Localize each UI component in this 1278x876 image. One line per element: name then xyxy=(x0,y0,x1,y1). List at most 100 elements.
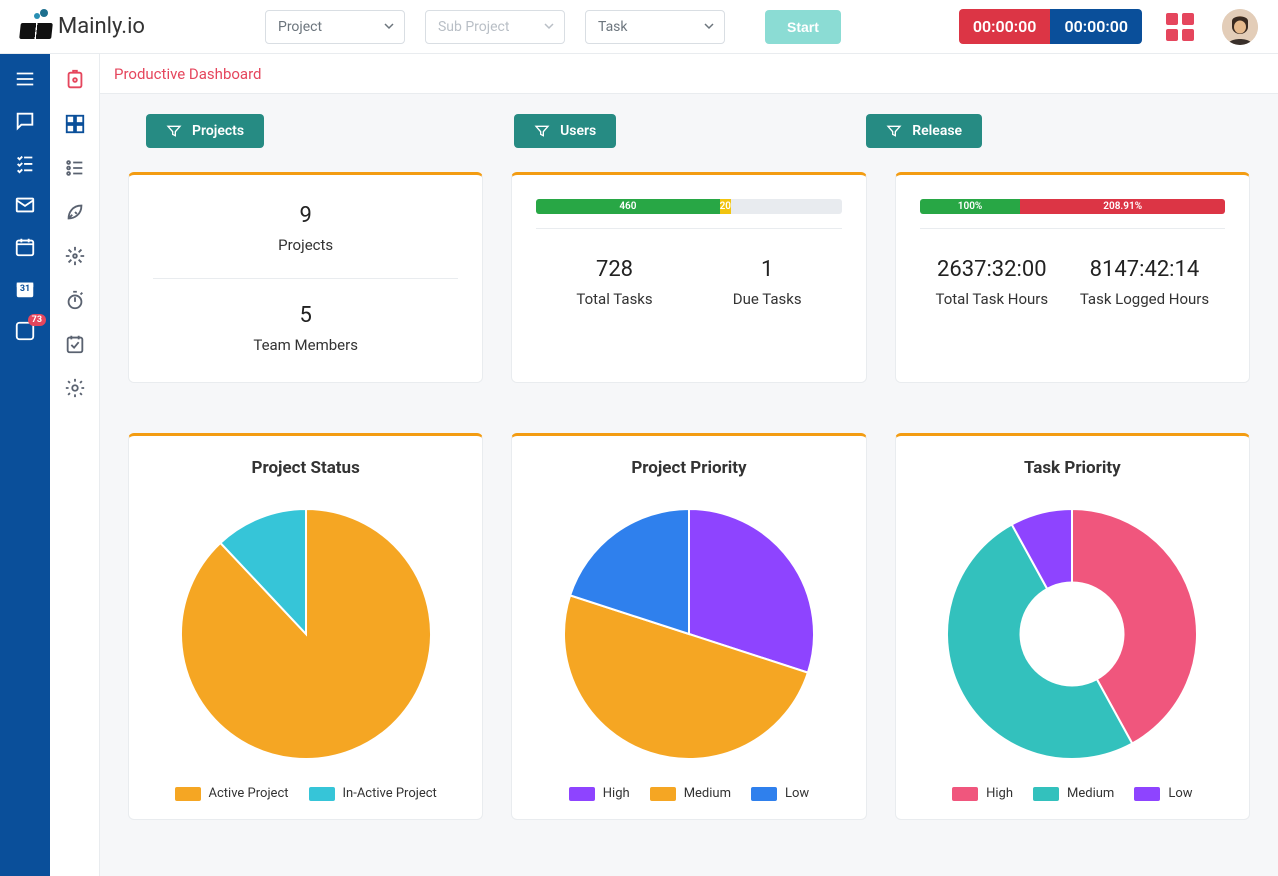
filter-projects[interactable]: Projects xyxy=(146,114,264,148)
legend-label: In-Active Project xyxy=(343,786,437,801)
filter-icon xyxy=(534,123,550,139)
flower-icon[interactable] xyxy=(63,244,87,268)
legend-label: Medium xyxy=(684,786,731,801)
projects-count-label: Projects xyxy=(278,236,333,254)
legend-label: Active Project xyxy=(209,786,289,801)
legend-item[interactable]: High xyxy=(952,786,1013,801)
calendar-day-number: 31 xyxy=(20,284,30,294)
tasks-progress-bar: 46020 xyxy=(536,199,841,214)
kpi-tasks-card: 46020 728 Total Tasks 1 Due Tasks xyxy=(511,172,866,383)
filter-users[interactable]: Users xyxy=(514,114,616,148)
legend-swatch xyxy=(1033,787,1059,801)
filter-release[interactable]: Release xyxy=(866,114,982,148)
rocket-icon[interactable] xyxy=(63,200,87,224)
project-status-legend: Active Project In-Active Project xyxy=(175,786,437,801)
timer-display: 00:00:00 00:00:00 xyxy=(959,9,1142,44)
filter-users-label: Users xyxy=(560,123,596,139)
stopwatch-icon[interactable] xyxy=(63,288,87,312)
chart-row: Project Status Active Project In-Active P… xyxy=(128,433,1250,820)
primary-nav-rail: 31 73 xyxy=(0,54,50,876)
sub-project-select-label: Sub Project xyxy=(438,19,509,35)
legend-item[interactable]: In-Active Project xyxy=(309,786,437,801)
gear-icon[interactable] xyxy=(63,376,87,400)
legend-swatch xyxy=(751,787,777,801)
legend-item[interactable]: Medium xyxy=(650,786,731,801)
task-priority-title: Task Priority xyxy=(1024,458,1121,478)
mail-icon[interactable] xyxy=(14,194,36,216)
dashboard-icon[interactable] xyxy=(63,112,87,136)
main-scroll[interactable]: Projects Users Release 9 Projects xyxy=(100,94,1278,840)
total-hours-label: Total Task Hours xyxy=(936,290,1049,308)
chat-icon[interactable] xyxy=(14,110,36,132)
total-tasks-label: Total Tasks xyxy=(576,290,652,308)
project-status-title: Project Status xyxy=(252,458,360,478)
legend-swatch xyxy=(569,787,595,801)
filter-icon xyxy=(166,123,182,139)
workspace-icon[interactable] xyxy=(63,68,87,92)
due-tasks-value: 1 xyxy=(761,257,773,282)
sub-project-select[interactable]: Sub Project xyxy=(425,10,565,44)
legend-item[interactable]: Low xyxy=(751,786,809,801)
progress-segment: 100% xyxy=(920,199,1021,214)
approve-icon[interactable] xyxy=(63,332,87,356)
caret-down-icon xyxy=(384,19,394,35)
logged-hours-label: Task Logged Hours xyxy=(1080,290,1209,308)
task-select[interactable]: Task xyxy=(585,10,725,44)
checklist-icon[interactable] xyxy=(14,152,36,174)
filter-projects-label: Projects xyxy=(192,123,244,139)
legend-swatch xyxy=(650,787,676,801)
kpi-hours-card: 100%208.91% 2637:32:00 Total Task Hours … xyxy=(895,172,1250,383)
timer-blue: 00:00:00 xyxy=(1050,9,1142,44)
project-priority-pie xyxy=(559,504,819,764)
legend-item[interactable]: Medium xyxy=(1033,786,1114,801)
legend-swatch xyxy=(175,787,201,801)
progress-segment: 20 xyxy=(720,199,732,214)
projects-count: 9 xyxy=(299,203,311,228)
legend-item[interactable]: Active Project xyxy=(175,786,289,801)
legend-swatch xyxy=(1134,787,1160,801)
caret-down-icon xyxy=(704,19,714,35)
task-priority-chart-card: Task Priority High Medium Low xyxy=(895,433,1250,820)
team-count-label: Team Members xyxy=(253,336,358,354)
project-select-label: Project xyxy=(278,19,322,35)
activity-icon[interactable]: 73 xyxy=(14,320,36,342)
calendar-day-icon[interactable]: 31 xyxy=(14,278,36,300)
timer-red: 00:00:00 xyxy=(959,9,1051,44)
legend-item[interactable]: High xyxy=(569,786,630,801)
content-area: Productive Dashboard Projects Users Rele… xyxy=(100,54,1278,876)
legend-swatch xyxy=(952,787,978,801)
total-hours-value: 2637:32:00 xyxy=(937,257,1047,282)
project-status-chart-card: Project Status Active Project In-Active P… xyxy=(128,433,483,820)
legend-label: High xyxy=(986,786,1013,801)
legend-label: High xyxy=(603,786,630,801)
task-priority-pie xyxy=(942,504,1202,764)
list-icon[interactable] xyxy=(63,156,87,180)
brand-mark xyxy=(20,15,52,39)
project-select[interactable]: Project xyxy=(265,10,405,44)
top-header: Mainly.io Project Sub Project Task Start… xyxy=(0,0,1278,54)
due-tasks-label: Due Tasks xyxy=(733,290,802,308)
schedule-icon[interactable] xyxy=(14,236,36,258)
task-priority-legend: High Medium Low xyxy=(952,786,1192,801)
filter-release-label: Release xyxy=(912,123,962,139)
progress-segment: 208.91% xyxy=(1020,199,1225,214)
task-select-label: Task xyxy=(598,19,628,35)
apps-grid-icon[interactable] xyxy=(1166,13,1194,41)
menu-icon[interactable] xyxy=(14,68,36,90)
legend-label: Medium xyxy=(1067,786,1114,801)
project-status-pie xyxy=(176,504,436,764)
section-nav-rail xyxy=(50,54,100,876)
project-priority-legend: High Medium Low xyxy=(569,786,809,801)
user-avatar[interactable] xyxy=(1222,9,1258,45)
legend-label: Low xyxy=(1168,786,1192,801)
project-priority-title: Project Priority xyxy=(631,458,746,478)
legend-item[interactable]: Low xyxy=(1134,786,1192,801)
project-priority-chart-card: Project Priority High Medium Low xyxy=(511,433,866,820)
brand-logo[interactable]: Mainly.io xyxy=(20,14,145,39)
caret-down-icon xyxy=(544,19,554,35)
logged-hours-value: 8147:42:14 xyxy=(1090,257,1200,282)
start-button[interactable]: Start xyxy=(765,10,841,44)
context-selectors: Project Sub Project Task xyxy=(265,10,725,44)
hours-progress-bar: 100%208.91% xyxy=(920,199,1225,214)
legend-swatch xyxy=(309,787,335,801)
